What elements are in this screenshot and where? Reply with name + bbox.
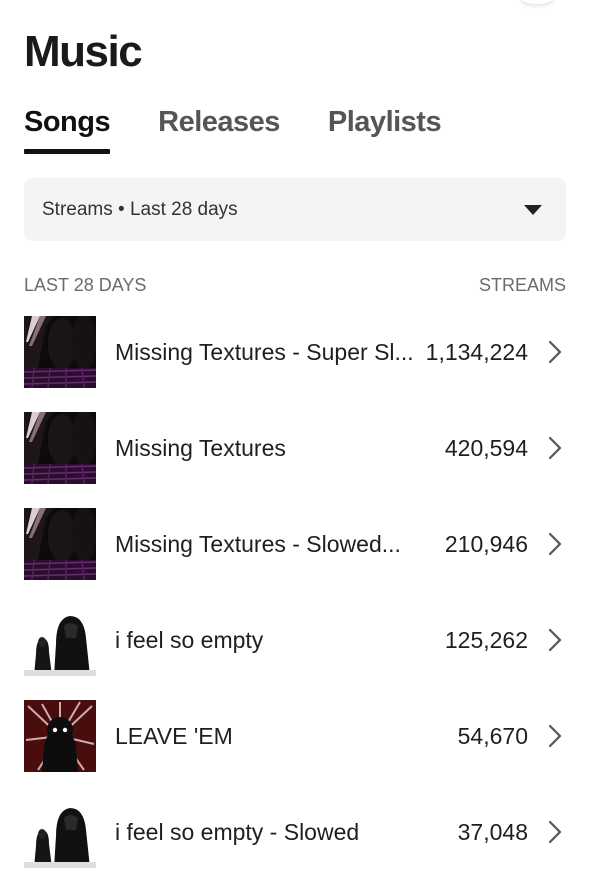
chevron-right-icon bbox=[544, 436, 566, 460]
album-art-thumbnail bbox=[24, 508, 96, 580]
list-header: LAST 28 DAYS STREAMS bbox=[24, 275, 566, 296]
song-title: i feel so empty bbox=[115, 626, 264, 653]
stream-count: 54,670 bbox=[457, 722, 528, 749]
profile-button-edge[interactable] bbox=[520, 0, 554, 4]
stream-count: 1,134,224 bbox=[425, 338, 528, 365]
song-row[interactable]: Missing Textures - Super Sl... 1,134,224 bbox=[24, 316, 566, 388]
metric-period-dropdown[interactable]: Streams • Last 28 days bbox=[24, 178, 566, 241]
chevron-right-icon bbox=[544, 532, 566, 556]
chevron-right-icon bbox=[544, 820, 566, 844]
song-row[interactable]: Missing Textures - Slowed... 210,946 bbox=[24, 508, 566, 580]
song-row[interactable]: LEAVE 'EM 54,670 bbox=[24, 700, 566, 772]
tab-releases[interactable]: Releases bbox=[158, 104, 280, 150]
album-art-thumbnail bbox=[24, 412, 96, 484]
chevron-right-icon bbox=[544, 628, 566, 652]
caret-down-icon bbox=[524, 204, 542, 215]
tab-playlists[interactable]: Playlists bbox=[328, 104, 442, 150]
album-art-thumbnail bbox=[24, 796, 96, 868]
album-art-thumbnail bbox=[24, 604, 96, 676]
album-art-thumbnail bbox=[24, 700, 96, 772]
dropdown-selected-value: Streams • Last 28 days bbox=[42, 198, 238, 220]
music-page: Music Songs Releases Playlists Streams •… bbox=[0, 0, 590, 885]
page-title: Music bbox=[24, 27, 143, 76]
song-title: i feel so empty - Slowed bbox=[115, 818, 360, 845]
stream-count: 125,262 bbox=[444, 626, 528, 653]
song-title: Missing Textures - Slowed... bbox=[115, 530, 401, 557]
song-row[interactable]: i feel so empty 125,262 bbox=[24, 604, 566, 676]
song-row[interactable]: Missing Textures 420,594 bbox=[24, 412, 566, 484]
period-column-header: LAST 28 DAYS bbox=[24, 275, 147, 295]
stream-count: 37,048 bbox=[457, 818, 528, 845]
tab-bar: Songs Releases Playlists bbox=[24, 104, 489, 154]
chevron-right-icon bbox=[544, 340, 566, 364]
songs-list: Missing Textures - Super Sl... 1,134,224 … bbox=[24, 316, 566, 885]
streams-column-header: STREAMS bbox=[478, 275, 566, 295]
tab-songs[interactable]: Songs bbox=[24, 104, 111, 154]
stream-count: 210,946 bbox=[444, 530, 528, 557]
song-row[interactable]: i feel so empty - Slowed 37,048 bbox=[24, 796, 566, 868]
song-title: Missing Textures - Super Sl... bbox=[115, 338, 414, 365]
album-art-thumbnail bbox=[24, 316, 96, 388]
song-title: LEAVE 'EM bbox=[115, 722, 233, 749]
song-title: Missing Textures bbox=[115, 434, 286, 461]
stream-count: 420,594 bbox=[444, 434, 528, 461]
chevron-right-icon bbox=[544, 724, 566, 748]
